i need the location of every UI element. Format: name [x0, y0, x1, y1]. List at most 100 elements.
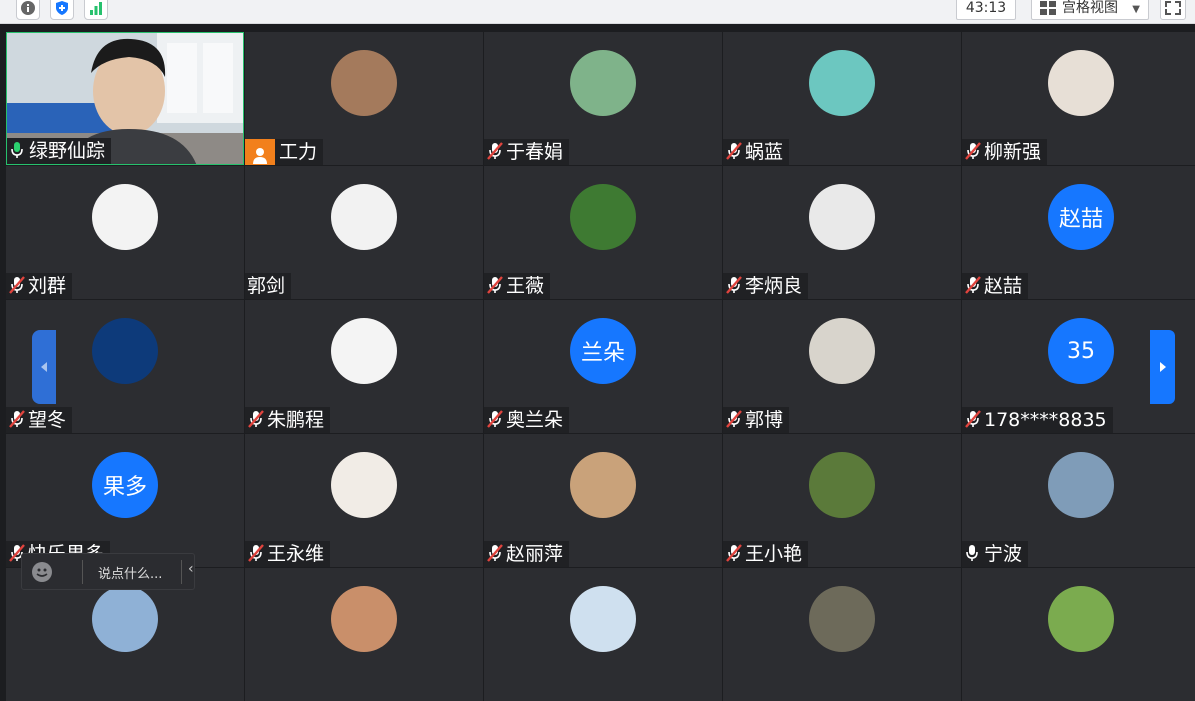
participant-namebar: 郭博: [723, 407, 790, 433]
next-page-button[interactable]: [1150, 330, 1175, 404]
divider: [181, 560, 182, 584]
participant-tile[interactable]: 于春娟: [484, 32, 722, 165]
shield-icon[interactable]: [50, 0, 74, 20]
participant-name: 王永维: [267, 543, 325, 565]
participant-avatar: [570, 184, 636, 250]
participant-tile[interactable]: 果多快乐果多: [6, 434, 244, 567]
participant-tile[interactable]: 郭剑: [245, 166, 483, 299]
participant-namebar: 望冬: [6, 407, 73, 433]
meeting-timer: 43:13: [956, 0, 1016, 20]
participant-name: 宁波: [984, 543, 1023, 565]
participant-name: 郭博: [745, 409, 784, 431]
signal-icon[interactable]: [84, 0, 108, 20]
chevron-left-icon: [41, 362, 47, 372]
mic-muted-icon: [247, 409, 265, 431]
participant-name: 王小艳: [745, 543, 803, 565]
participant-avatar: [570, 586, 636, 652]
participant-name: 刘群: [28, 275, 67, 297]
participant-avatar: [570, 452, 636, 518]
participant-name: 178****8835: [984, 409, 1107, 431]
participant-tile[interactable]: 朱鹏程: [245, 300, 483, 433]
info-icon[interactable]: [16, 0, 40, 20]
chat-placeholder[interactable]: 说点什么...: [98, 563, 162, 582]
participant-namebar: 赵丽萍: [484, 541, 570, 567]
participant-namebar: 赵喆: [962, 273, 1029, 299]
mic-on-icon: [9, 140, 27, 162]
participant-name: 蜗蓝: [745, 141, 784, 163]
participant-tile[interactable]: [723, 568, 961, 701]
participant-tile[interactable]: 柳新强: [962, 32, 1195, 165]
chevron-right-icon: [1159, 362, 1166, 372]
participant-namebar: 于春娟: [484, 139, 570, 165]
participant-tile[interactable]: 刘群: [6, 166, 244, 299]
participant-avatar: [809, 50, 875, 116]
participant-name: 王薇: [506, 275, 545, 297]
participant-tile[interactable]: 兰朵 奥兰朵: [484, 300, 722, 433]
participant-avatar: [570, 50, 636, 116]
host-user-icon: [245, 139, 275, 165]
divider: [82, 560, 83, 584]
participant-avatar: [331, 318, 397, 384]
participant-avatar: [331, 586, 397, 652]
mic-muted-icon: [725, 141, 743, 163]
participant-name: 柳新强: [984, 141, 1042, 163]
participant-namebar: 郭剑: [245, 273, 292, 299]
grid-view-icon: [1040, 1, 1056, 15]
mic-muted-icon: [964, 141, 982, 163]
participant-avatar: 果多: [92, 452, 158, 518]
participant-avatar: [809, 586, 875, 652]
participant-avatar: [1048, 586, 1114, 652]
mic-muted-icon: [725, 409, 743, 431]
participant-namebar: 朱鹏程: [245, 407, 331, 433]
mic-muted-icon: [486, 543, 504, 565]
prev-page-button[interactable]: [32, 330, 56, 404]
participant-tile[interactable]: [484, 568, 722, 701]
participant-avatar: [92, 184, 158, 250]
participant-tile[interactable]: 蜗蓝: [723, 32, 961, 165]
fullscreen-icon[interactable]: [1160, 0, 1186, 20]
participant-tile[interactable]: 赵丽萍: [484, 434, 722, 567]
participant-namebar: 刘群: [6, 273, 73, 299]
participant-tile[interactable]: 王薇: [484, 166, 722, 299]
collapse-chat-icon[interactable]: ‹: [188, 561, 194, 577]
participant-tile[interactable]: 宁波: [962, 434, 1195, 567]
participant-avatar: 35: [1048, 318, 1114, 384]
participant-avatar: [331, 452, 397, 518]
participant-avatar: [809, 184, 875, 250]
mic-on-icon: [964, 543, 982, 565]
participant-tile[interactable]: 王永维: [245, 434, 483, 567]
mic-muted-icon: [964, 409, 982, 431]
participant-tile[interactable]: [962, 568, 1195, 701]
participant-tile[interactable]: 绿野仙踪: [6, 32, 244, 165]
participant-namebar: 王小艳: [723, 541, 809, 567]
mic-muted-icon: [8, 409, 26, 431]
participant-name: 奥兰朵: [506, 409, 564, 431]
participant-avatar: [1048, 50, 1114, 116]
participant-name: 李炳良: [745, 275, 803, 297]
participant-tile[interactable]: 赵喆 赵喆: [962, 166, 1195, 299]
mic-muted-icon: [486, 409, 504, 431]
mic-muted-icon: [725, 543, 743, 565]
participant-avatar: [331, 184, 397, 250]
participant-namebar: 蜗蓝: [723, 139, 790, 165]
chat-input-bar[interactable]: 说点什么... ‹: [21, 553, 195, 590]
mic-muted-icon: [247, 543, 265, 565]
participant-name: 绿野仙踪: [29, 140, 106, 162]
mic-muted-icon: [8, 275, 26, 297]
participant-tile[interactable]: [245, 568, 483, 701]
emoji-icon[interactable]: [32, 562, 52, 582]
participant-name: 赵丽萍: [506, 543, 564, 565]
participant-name: 赵喆: [984, 275, 1023, 297]
participant-namebar: 178****8835: [962, 407, 1113, 433]
participant-avatar: [331, 50, 397, 116]
participant-tile[interactable]: 李炳良: [723, 166, 961, 299]
participant-name: 望冬: [28, 409, 67, 431]
participant-avatar: [809, 318, 875, 384]
participant-namebar: 柳新强: [962, 139, 1048, 165]
participant-tile[interactable]: 王小艳: [723, 434, 961, 567]
participant-tile[interactable]: 工力: [245, 32, 483, 165]
mic-muted-icon: [486, 275, 504, 297]
mic-muted-icon: [964, 275, 982, 297]
view-mode-select[interactable]: 宫格视图 ▼: [1031, 0, 1149, 20]
participant-tile[interactable]: 郭博: [723, 300, 961, 433]
